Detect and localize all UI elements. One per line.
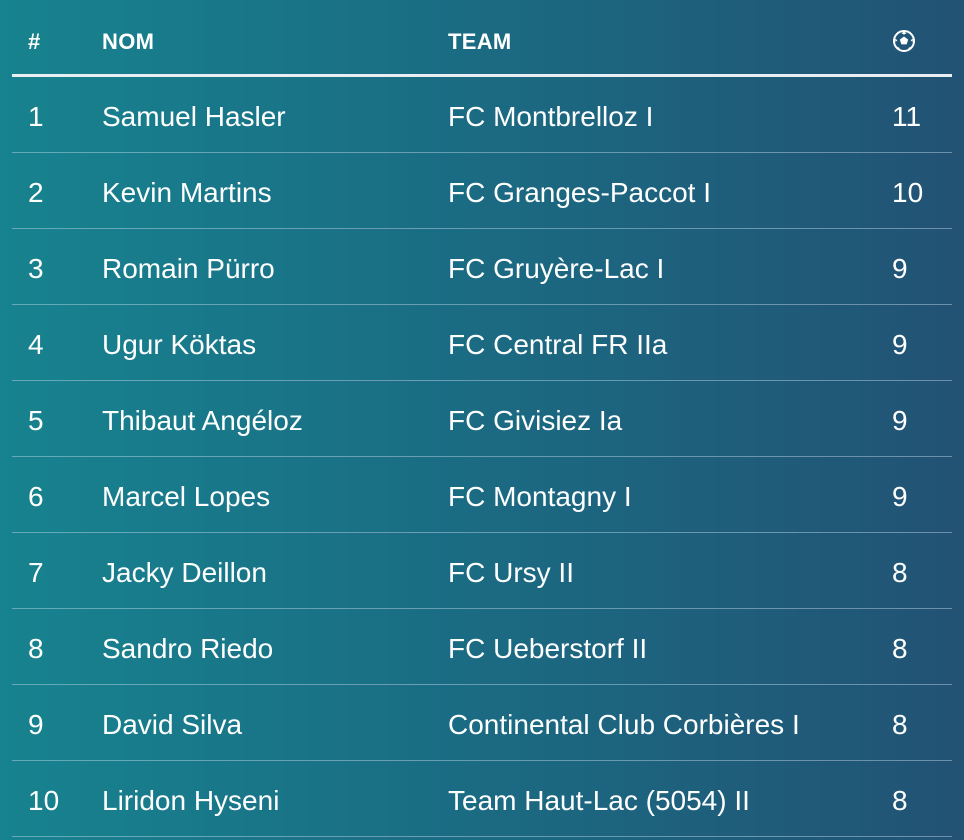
row-team: FC Givisiez Ia xyxy=(448,405,623,436)
row-goals: 9 xyxy=(892,329,908,360)
row-team: Team Haut-Lac (5054) II xyxy=(448,785,750,816)
row-rank: 7 xyxy=(28,557,44,588)
table-row: 8 Sandro Riedo FC Ueberstorf II 8 xyxy=(12,609,952,685)
row-team: FC Montagny I xyxy=(448,481,632,512)
row-goals: 8 xyxy=(892,633,908,664)
row-team: FC Ueberstorf II xyxy=(448,633,648,664)
row-name: Liridon Hyseni xyxy=(102,785,280,816)
row-rank: 4 xyxy=(28,329,44,360)
table-row: 4 Ugur Köktas FC Central FR IIa 9 xyxy=(12,305,952,381)
table-row: 3 Romain Pürro FC Gruyère-Lac I 9 xyxy=(12,229,952,305)
row-name: Marcel Lopes xyxy=(102,481,271,512)
header-rank: # xyxy=(28,29,41,54)
row-team: FC Central FR IIa xyxy=(448,329,668,360)
row-team: FC Gruyère-Lac I xyxy=(448,253,665,284)
row-name: Ugur Köktas xyxy=(102,329,257,360)
table-header: # NOM TEAM xyxy=(12,0,952,77)
table-row: 5 Thibaut Angéloz FC Givisiez Ia 9 xyxy=(12,381,952,457)
row-rank: 3 xyxy=(28,253,44,284)
row-name: Thibaut Angéloz xyxy=(102,405,303,436)
row-goals: 9 xyxy=(892,253,908,284)
row-team: FC Montbrelloz I xyxy=(448,101,654,132)
row-rank: 5 xyxy=(28,405,44,436)
row-rank: 9 xyxy=(28,709,44,740)
table-row: 9 David Silva Continental Club Corbières… xyxy=(12,685,952,761)
row-name: Romain Pürro xyxy=(102,253,275,284)
row-goals: 9 xyxy=(892,405,908,436)
row-goals: 8 xyxy=(892,709,908,740)
row-name: Sandro Riedo xyxy=(102,633,274,664)
row-goals: 8 xyxy=(892,557,908,588)
table-row: 6 Marcel Lopes FC Montagny I 9 xyxy=(12,457,952,533)
row-goals: 11 xyxy=(892,101,922,132)
row-goals: 8 xyxy=(892,785,908,816)
row-team: Continental Club Corbières I xyxy=(448,709,800,740)
row-name: Jacky Deillon xyxy=(102,557,267,588)
row-rank: 1 xyxy=(28,101,44,132)
header-name: NOM xyxy=(102,29,155,54)
row-name: David Silva xyxy=(102,709,243,740)
row-team: FC Granges-Paccot I xyxy=(448,177,711,208)
table-row: 7 Jacky Deillon FC Ursy II 8 xyxy=(12,533,952,609)
row-goals: 10 xyxy=(892,177,924,208)
row-name: Kevin Martins xyxy=(102,177,272,208)
table-row: 1 Samuel Hasler FC Montbrelloz I 11 xyxy=(12,77,952,153)
table-row: 10 Liridon Hyseni Team Haut-Lac (5054) I… xyxy=(12,761,952,837)
row-rank: 10 xyxy=(28,785,60,816)
table-row: 2 Kevin Martins FC Granges-Paccot I 10 xyxy=(12,153,952,229)
row-team: FC Ursy II xyxy=(448,557,574,588)
soccer-ball-icon xyxy=(892,29,916,53)
row-name: Samuel Hasler xyxy=(102,101,286,132)
row-rank: 8 xyxy=(28,633,44,664)
header-team: TEAM xyxy=(448,29,512,54)
row-rank: 2 xyxy=(28,177,44,208)
scorers-table: # NOM TEAM 1 Samuel Hasler FC Montbrello… xyxy=(12,0,952,837)
row-goals: 9 xyxy=(892,481,908,512)
row-rank: 6 xyxy=(28,481,44,512)
